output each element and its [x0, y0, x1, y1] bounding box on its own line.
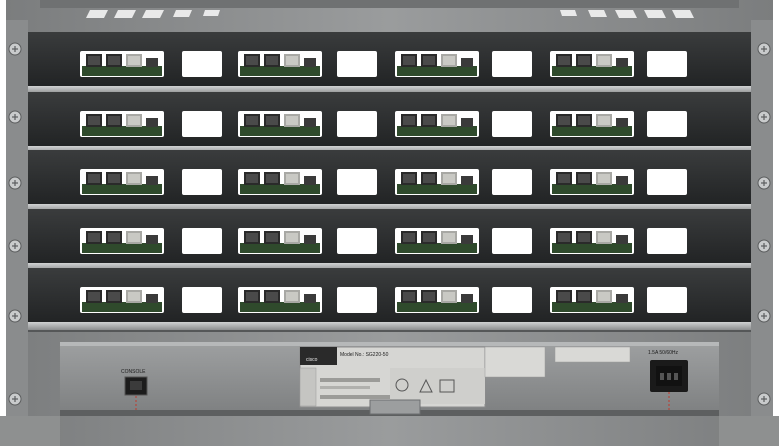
shelves	[20, 32, 759, 332]
screw-icon	[757, 110, 771, 124]
screw-icon	[8, 239, 22, 253]
compute-board	[238, 228, 322, 254]
compute-board	[238, 287, 322, 313]
console-label: CONSOLE	[121, 369, 146, 375]
compute-board	[550, 111, 634, 137]
shelf-window	[492, 111, 532, 137]
shelf-window	[182, 228, 222, 254]
compute-board	[395, 228, 479, 254]
shelf-window	[337, 111, 377, 137]
shelf	[20, 150, 759, 214]
shelf-window	[492, 287, 532, 313]
shelf-window	[647, 51, 687, 77]
shelf-window	[647, 111, 687, 137]
compute-board	[550, 51, 634, 77]
shelf-window	[647, 228, 687, 254]
shelf-window	[647, 169, 687, 195]
screw-icon	[8, 110, 22, 124]
shelf	[20, 209, 759, 273]
shelf-window	[182, 111, 222, 137]
model-label: Model No.: SG220-50	[340, 352, 389, 358]
screw-icon	[757, 392, 771, 406]
screw-icon	[8, 42, 22, 56]
shelf-window	[182, 169, 222, 195]
shelf	[20, 32, 759, 96]
shelf-window	[492, 169, 532, 195]
compute-board	[395, 51, 479, 77]
compute-board	[80, 287, 164, 313]
shelf	[20, 92, 759, 156]
shelf-window	[337, 228, 377, 254]
shelf-window	[182, 51, 222, 77]
shelf-window	[337, 169, 377, 195]
power-label: 1.5A 50/60Hz	[648, 350, 679, 356]
right-rail	[751, 20, 773, 446]
brand-label: cisco	[306, 357, 318, 363]
compute-board	[395, 169, 479, 195]
compute-board	[395, 111, 479, 137]
left-rail	[6, 20, 28, 446]
screw-icon	[757, 239, 771, 253]
compute-board	[395, 287, 479, 313]
compute-board	[80, 51, 164, 77]
compute-board	[80, 228, 164, 254]
screw-icon	[8, 309, 22, 323]
shelf-window	[492, 51, 532, 77]
shelf-window	[647, 287, 687, 313]
screw-icon	[757, 176, 771, 190]
screw-icon	[8, 392, 22, 406]
compute-board	[550, 228, 634, 254]
compute-board	[80, 169, 164, 195]
rack-photo	[0, 0, 779, 446]
compute-board	[238, 111, 322, 137]
compute-board	[80, 111, 164, 137]
regulatory-label	[484, 346, 546, 378]
shelf-window	[337, 287, 377, 313]
compute-board	[238, 51, 322, 77]
screw-icon	[757, 309, 771, 323]
shelf-window	[492, 228, 532, 254]
compute-board	[550, 169, 634, 195]
screw-icon	[8, 176, 22, 190]
compute-board	[238, 169, 322, 195]
shelf	[20, 268, 759, 332]
shelf-window	[337, 51, 377, 77]
rack-top-lip	[40, 0, 739, 8]
compute-board	[550, 287, 634, 313]
shelf-window	[182, 287, 222, 313]
screw-icon	[757, 42, 771, 56]
